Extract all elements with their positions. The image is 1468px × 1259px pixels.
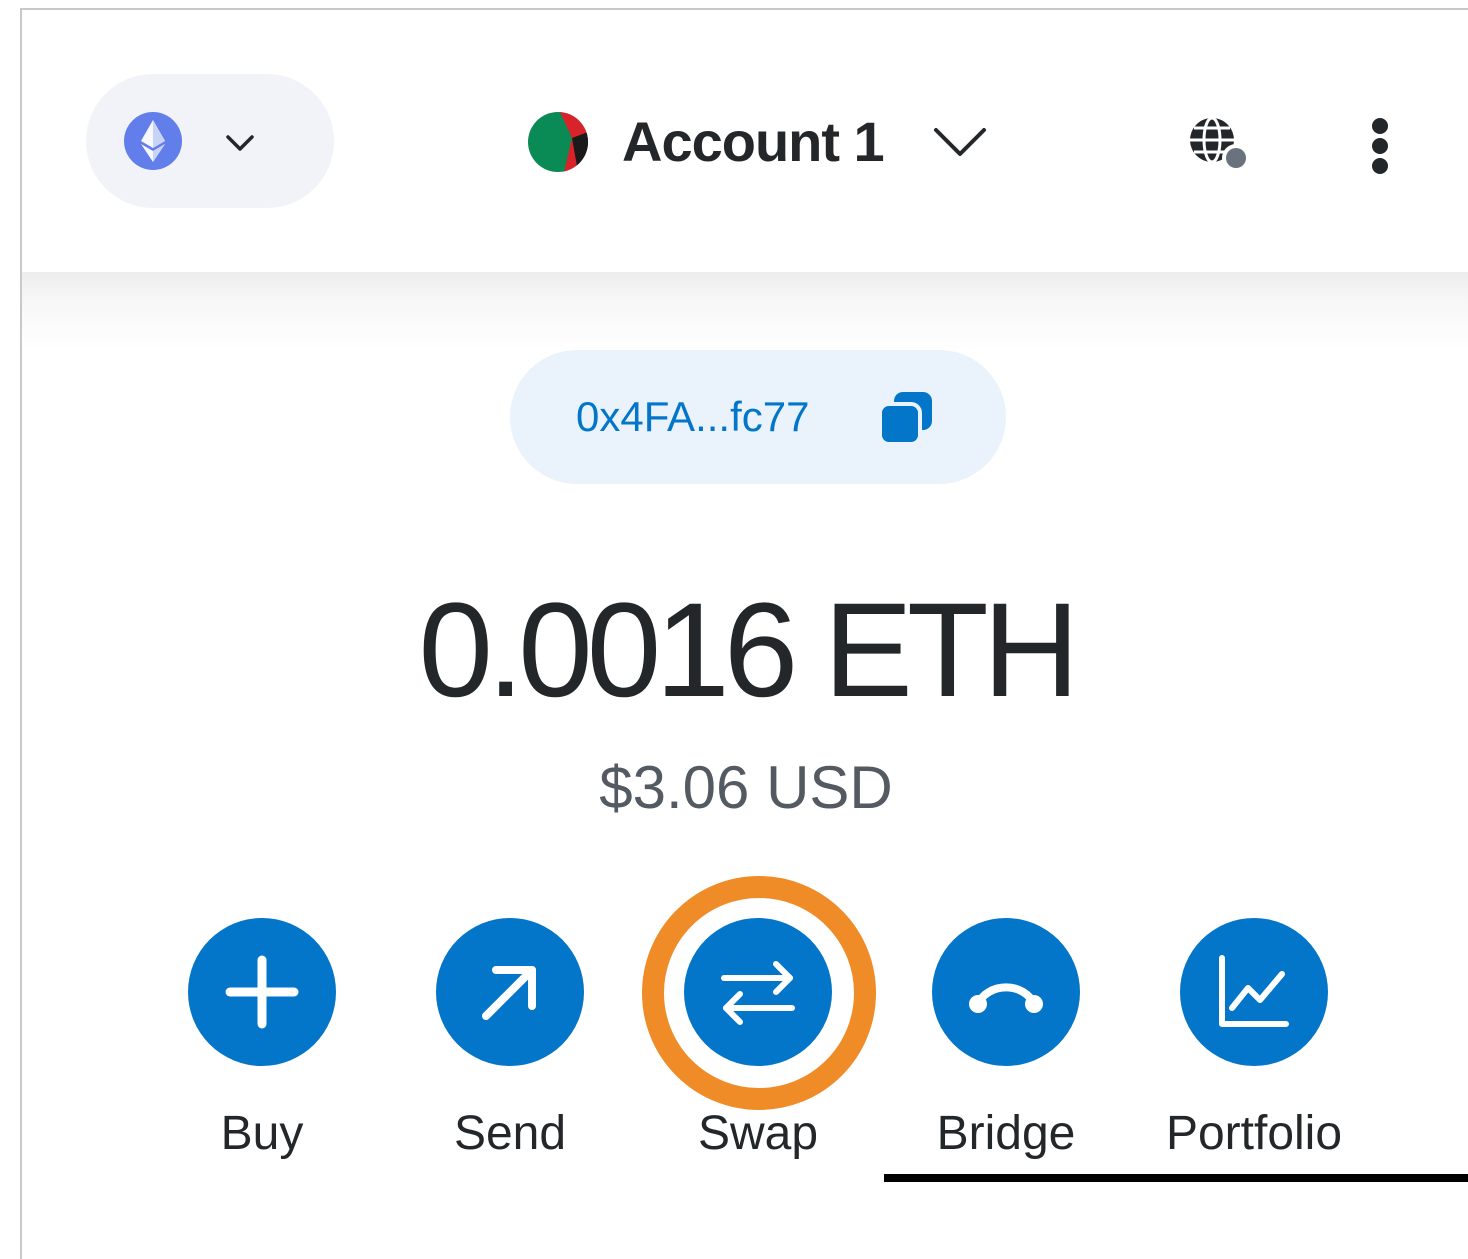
chart-line-icon: [1180, 918, 1328, 1066]
plus-icon: [188, 918, 336, 1066]
arrow-up-right-icon: [436, 918, 584, 1066]
bridge-label: Bridge: [936, 1107, 1076, 1160]
ethereum-icon: [124, 112, 182, 170]
header-shadow: [22, 272, 1468, 352]
portfolio-button[interactable]: Portfolio: [1154, 918, 1354, 1178]
chevron-down-icon: [220, 122, 260, 166]
swap-label: Swap: [697, 1107, 819, 1160]
buy-button[interactable]: Buy: [162, 918, 362, 1178]
app-header: Account 1: [22, 10, 1468, 272]
account-address: 0x4FA...fc77: [576, 393, 810, 440]
account-menu-button[interactable]: Account 1: [522, 102, 1002, 182]
account-options-button[interactable]: [1342, 106, 1418, 186]
swap-button[interactable]: Swap: [658, 918, 858, 1178]
bridge-button[interactable]: Bridge: [906, 918, 1106, 1178]
send-label: Send: [453, 1107, 567, 1160]
swap-arrows-icon: [684, 918, 832, 1066]
buy-label: Buy: [220, 1107, 304, 1160]
chevron-down-icon: [930, 122, 990, 166]
account-name: Account 1: [622, 110, 885, 173]
copy-icon: [878, 390, 934, 450]
bridge-icon: [932, 918, 1080, 1066]
wallet-window: Account 1 0x4FA...fc77 0.0016 ETH $3.06 …: [20, 8, 1468, 1259]
globe-icon: [1190, 116, 1250, 172]
send-button[interactable]: Send: [410, 918, 610, 1178]
secondary-balance: $3.06 USD: [599, 754, 893, 821]
annotation-underline: [884, 1174, 1468, 1182]
portfolio-label: Portfolio: [1165, 1107, 1343, 1160]
connected-sites-button[interactable]: [1178, 106, 1258, 186]
primary-balance: 0.0016 ETH: [418, 576, 1079, 725]
account-avatar: [528, 112, 588, 172]
copy-address-button[interactable]: 0x4FA...fc77: [510, 350, 1006, 484]
network-picker-button[interactable]: [86, 74, 334, 208]
